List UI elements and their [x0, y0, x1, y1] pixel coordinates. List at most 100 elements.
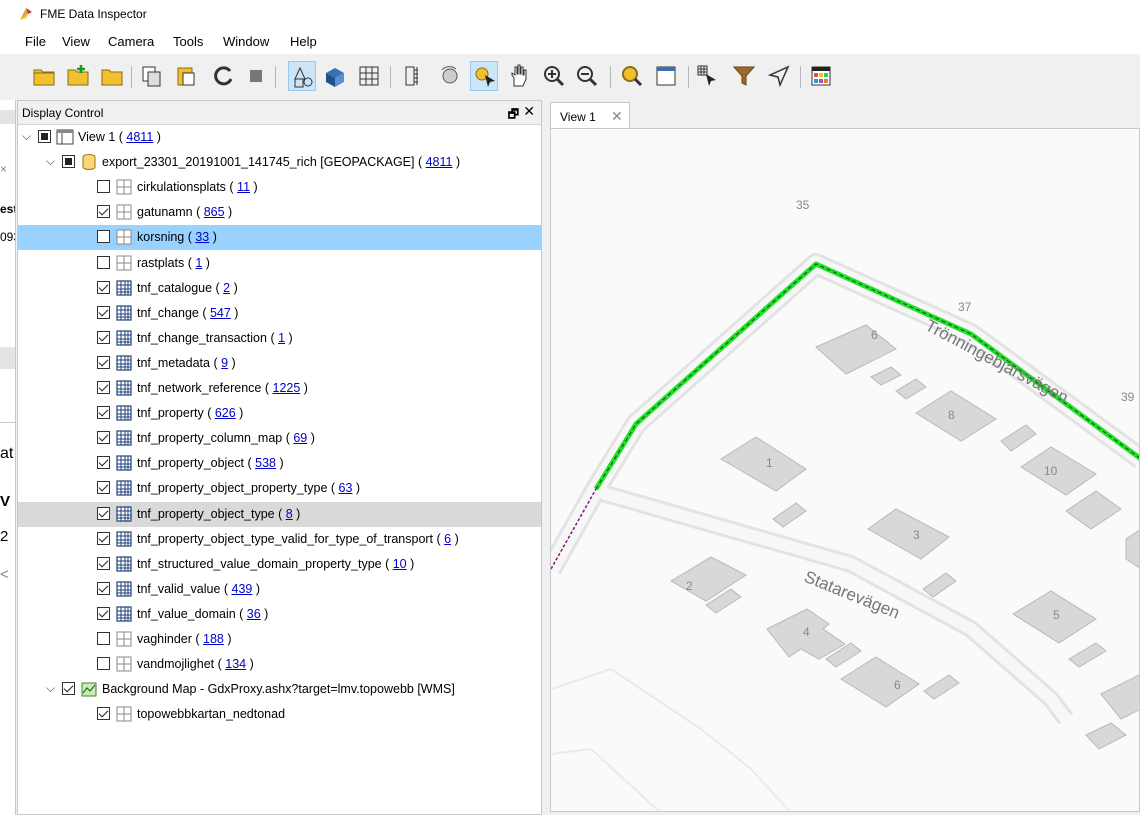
- tree-row[interactable]: tnf_property_object_type_valid_for_type_…: [18, 527, 541, 552]
- tree-row[interactable]: tnf_property_object_type ( 8 ): [18, 501, 541, 527]
- feature-count-link[interactable]: 134: [225, 657, 246, 671]
- tree-row[interactable]: tnf_change_transaction ( 1 ): [18, 326, 541, 351]
- visibility-checkbox[interactable]: [97, 581, 110, 595]
- visibility-checkbox[interactable]: [97, 406, 110, 420]
- orbit-icon[interactable]: [436, 61, 464, 91]
- feature-count-link[interactable]: 4811: [426, 155, 453, 169]
- feature-count-link[interactable]: 865: [204, 205, 225, 219]
- feature-count-link[interactable]: 547: [210, 306, 231, 320]
- feature-count-link[interactable]: 36: [247, 607, 261, 621]
- zoom-in-icon[interactable]: [540, 61, 568, 91]
- open-dataset-icon[interactable]: [30, 61, 58, 91]
- pan-hand-icon[interactable]: [505, 61, 533, 91]
- tree-row[interactable]: rastplats ( 1 ): [18, 251, 541, 276]
- visibility-checkbox[interactable]: [97, 330, 110, 344]
- feature-count-link[interactable]: 439: [232, 582, 253, 596]
- tree-row[interactable]: ⌵ export_23301_20191001_141745_rich [GEOP…: [18, 150, 541, 175]
- tree-row[interactable]: vaghinder ( 188 ): [18, 627, 541, 652]
- visibility-checkbox[interactable]: [97, 305, 110, 319]
- visibility-checkbox[interactable]: [62, 155, 75, 169]
- feature-count-link[interactable]: 69: [293, 431, 307, 445]
- 3d-view-icon[interactable]: [321, 61, 349, 91]
- table-view-icon[interactable]: [355, 61, 383, 91]
- visibility-checkbox[interactable]: [97, 280, 110, 294]
- tab-view-1[interactable]: View 1 ✕: [550, 102, 630, 128]
- feature-count-link[interactable]: 6: [444, 532, 451, 546]
- feature-count-link[interactable]: 1: [278, 331, 285, 345]
- visibility-checkbox[interactable]: [97, 531, 110, 545]
- feature-count-link[interactable]: 4811: [126, 130, 153, 144]
- filter-icon[interactable]: [730, 61, 758, 91]
- menu-file[interactable]: File: [25, 34, 46, 49]
- visibility-checkbox[interactable]: [97, 205, 110, 219]
- tree-row[interactable]: korsning ( 33 ): [18, 225, 541, 251]
- tree-row[interactable]: tnf_valid_value ( 439 ): [18, 577, 541, 602]
- visibility-checkbox[interactable]: [97, 481, 110, 495]
- zoom-window-icon[interactable]: [652, 61, 680, 91]
- select-inspect-icon[interactable]: [470, 61, 498, 91]
- visibility-checkbox[interactable]: [97, 180, 110, 194]
- feature-count-link[interactable]: 1: [195, 256, 202, 270]
- measure-icon[interactable]: [400, 61, 428, 91]
- zoom-extents-icon[interactable]: [618, 61, 646, 91]
- feature-count-link[interactable]: 538: [255, 456, 276, 470]
- tree-row[interactable]: tnf_property_object_property_type ( 63 ): [18, 476, 541, 501]
- open-folder-icon[interactable]: [98, 61, 126, 91]
- visibility-checkbox[interactable]: [97, 431, 110, 445]
- feature-count-link[interactable]: 1225: [273, 381, 301, 395]
- visibility-checkbox[interactable]: [97, 230, 110, 244]
- tree-row[interactable]: tnf_property ( 626 ): [18, 401, 541, 426]
- tree-row[interactable]: gatunamn ( 865 ): [18, 200, 541, 225]
- tree-row[interactable]: tnf_structured_value_domain_property_typ…: [18, 552, 541, 577]
- close-tab-icon[interactable]: ✕: [611, 108, 623, 125]
- close-panel-icon[interactable]: ✕: [523, 103, 535, 120]
- float-panel-icon[interactable]: 🗗: [508, 105, 519, 126]
- tree-row[interactable]: cirkulationsplats ( 11 ): [18, 175, 541, 200]
- tree-row[interactable]: tnf_metadata ( 9 ): [18, 351, 541, 376]
- paste-icon[interactable]: [172, 61, 200, 91]
- feature-count-link[interactable]: 63: [339, 481, 353, 495]
- menu-tools[interactable]: Tools: [173, 34, 203, 49]
- feature-count-link[interactable]: 188: [203, 632, 224, 646]
- tree-row[interactable]: ⌵ View 1 ( 4811 ): [18, 125, 541, 150]
- feature-count-link[interactable]: 10: [393, 557, 407, 571]
- zoom-out-icon[interactable]: [573, 61, 601, 91]
- visibility-checkbox[interactable]: [97, 657, 110, 671]
- menu-camera[interactable]: Camera: [108, 34, 154, 49]
- stop-icon[interactable]: [242, 61, 270, 91]
- expand-chevron-icon[interactable]: ⌵: [46, 681, 58, 695]
- tree-row[interactable]: tnf_change ( 547 ): [18, 301, 541, 326]
- copy-icon[interactable]: [138, 61, 166, 91]
- add-dataset-icon[interactable]: [64, 61, 92, 91]
- tree-row[interactable]: ⌵ Background Map - GdxProxy.ashx?target=l…: [18, 677, 541, 702]
- navigate-icon[interactable]: [765, 61, 793, 91]
- visibility-checkbox[interactable]: [97, 556, 110, 570]
- menu-window[interactable]: Window: [223, 34, 269, 49]
- menu-view[interactable]: View: [62, 34, 90, 49]
- feature-count-link[interactable]: 33: [195, 230, 209, 244]
- expand-chevron-icon[interactable]: ⌵: [22, 129, 34, 143]
- visibility-checkbox[interactable]: [62, 682, 75, 696]
- feature-count-link[interactable]: 2: [223, 281, 230, 295]
- visibility-checkbox[interactable]: [97, 506, 110, 520]
- visibility-checkbox[interactable]: [97, 381, 110, 394]
- tree-row[interactable]: tnf_value_domain ( 36 ): [18, 602, 541, 627]
- visibility-checkbox[interactable]: [97, 606, 110, 620]
- feature-count-link[interactable]: 626: [215, 406, 236, 420]
- tree-row[interactable]: topowebbkartan_nedtonad: [18, 702, 541, 727]
- tree-row[interactable]: tnf_network_reference ( 1225 ): [18, 376, 541, 401]
- feature-count-link[interactable]: 11: [237, 180, 250, 194]
- tree-row[interactable]: tnf_catalogue ( 2 ): [18, 276, 541, 301]
- feature-count-link[interactable]: 9: [221, 356, 228, 370]
- visibility-checkbox[interactable]: [97, 355, 110, 369]
- visibility-checkbox[interactable]: [38, 130, 51, 143]
- visibility-checkbox[interactable]: [97, 707, 110, 721]
- tree-row[interactable]: vandmojlighet ( 134 ): [18, 652, 541, 677]
- refresh-icon[interactable]: [210, 61, 238, 91]
- tree-row[interactable]: tnf_property_column_map ( 69 ): [18, 426, 541, 451]
- feature-count-link[interactable]: 8: [286, 507, 293, 521]
- menu-help[interactable]: Help: [290, 34, 317, 49]
- select-feature-icon[interactable]: [694, 61, 722, 91]
- color-grid-icon[interactable]: [807, 61, 835, 91]
- visibility-checkbox[interactable]: [97, 255, 110, 269]
